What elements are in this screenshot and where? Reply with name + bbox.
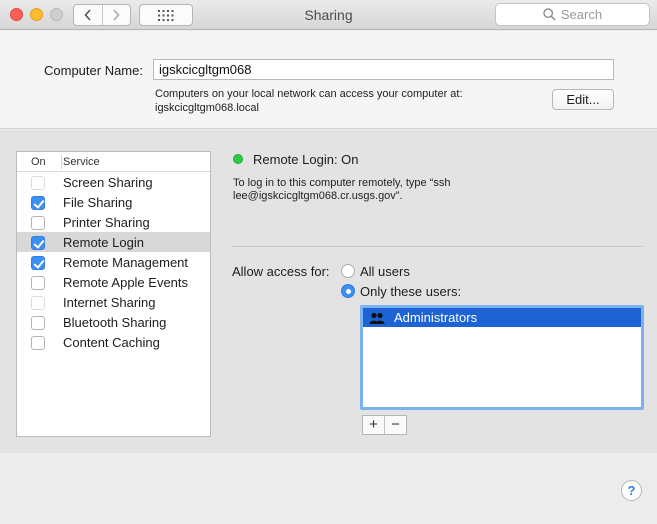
sharing-main-panel: On Service Screen Sharing File Sharing Pri…	[0, 130, 657, 453]
service-checkbox[interactable]	[31, 256, 45, 270]
search-icon	[543, 8, 556, 21]
divider	[232, 246, 643, 247]
group-icon	[369, 312, 385, 324]
service-row[interactable]: Printer Sharing	[17, 212, 210, 232]
service-checkbox[interactable]	[31, 216, 45, 230]
service-label: Content Caching	[63, 335, 160, 350]
user-list-item[interactable]: Administrators	[363, 308, 641, 327]
back-forward-control	[73, 4, 131, 26]
only-these-users-radio[interactable]	[341, 284, 355, 298]
service-row[interactable]: Screen Sharing	[17, 172, 210, 192]
service-row[interactable]: Content Caching	[17, 332, 210, 352]
service-checkbox	[31, 296, 45, 310]
service-description: To log in to this computer remotely, typ…	[233, 177, 533, 203]
status-indicator-icon	[233, 154, 243, 164]
column-divider	[61, 155, 62, 169]
description-line: To log in to this computer remotely, typ…	[233, 177, 451, 189]
show-all-button[interactable]	[139, 4, 193, 26]
service-label: Screen Sharing	[63, 175, 153, 190]
service-label: Remote Login	[63, 235, 144, 250]
edit-button[interactable]: Edit...	[552, 89, 614, 110]
grid-icon	[158, 9, 174, 21]
all-users-radio[interactable]	[341, 264, 355, 278]
search-field[interactable]: Search	[495, 3, 650, 26]
service-checkbox[interactable]	[31, 236, 45, 250]
service-row[interactable]: Remote Management	[17, 252, 210, 272]
back-button[interactable]	[74, 5, 102, 25]
column-header-service[interactable]: Service	[63, 156, 100, 168]
service-label: File Sharing	[63, 195, 133, 210]
all-users-label[interactable]: All users	[360, 264, 410, 279]
computer-name-section: Computer Name: Computers on your local n…	[0, 31, 657, 129]
title-bar: Sharing Search	[0, 0, 657, 30]
service-status: Remote Login: On	[253, 152, 359, 167]
allow-access-label: Allow access for:	[232, 264, 330, 279]
footer-area	[0, 453, 657, 524]
service-row[interactable]: Internet Sharing	[17, 292, 210, 312]
add-user-button[interactable]: +	[363, 416, 384, 434]
computer-name-label: Computer Name:	[44, 63, 143, 78]
add-remove-control: + −	[362, 415, 407, 435]
close-window-button[interactable]	[10, 8, 23, 21]
only-these-users-label[interactable]: Only these users:	[360, 284, 461, 299]
service-row[interactable]: Remote Login	[17, 232, 210, 252]
column-header-on[interactable]: On	[31, 156, 46, 168]
service-rows: Screen Sharing File Sharing Printer Sharin…	[17, 172, 210, 352]
service-list: On Service Screen Sharing File Sharing Pri…	[16, 151, 211, 437]
service-checkbox	[31, 176, 45, 190]
service-checkbox[interactable]	[31, 336, 45, 350]
service-row[interactable]: File Sharing	[17, 192, 210, 212]
remove-user-button[interactable]: −	[384, 416, 406, 434]
forward-button[interactable]	[101, 5, 131, 25]
computer-name-input[interactable]	[153, 59, 614, 80]
computer-name-description: Computers on your local network can acce…	[155, 87, 515, 115]
zoom-window-button[interactable]	[50, 8, 63, 21]
description-line: Computers on your local network can acce…	[155, 88, 463, 100]
search-placeholder: Search	[560, 7, 603, 22]
chevron-left-icon	[84, 9, 91, 21]
help-button[interactable]: ?	[621, 480, 642, 501]
service-checkbox[interactable]	[31, 196, 45, 210]
chevron-right-icon	[113, 9, 120, 21]
description-line: lee@igskcicgltgm068.cr.usgs.gov”.	[233, 190, 403, 202]
service-checkbox[interactable]	[31, 316, 45, 330]
service-label: Bluetooth Sharing	[63, 315, 167, 330]
service-label: Remote Management	[63, 255, 189, 270]
user-name: Administrators	[394, 310, 478, 325]
service-list-header: On Service	[17, 152, 210, 172]
service-label: Remote Apple Events	[63, 275, 189, 290]
local-hostname: igskcicgltgm068.local	[155, 102, 259, 114]
service-label: Internet Sharing	[63, 295, 156, 310]
minimize-window-button[interactable]	[30, 8, 43, 21]
service-row[interactable]: Bluetooth Sharing	[17, 312, 210, 332]
service-label: Printer Sharing	[63, 215, 150, 230]
service-row[interactable]: Remote Apple Events	[17, 272, 210, 292]
service-checkbox[interactable]	[31, 276, 45, 290]
users-list[interactable]: Administrators	[360, 305, 644, 410]
